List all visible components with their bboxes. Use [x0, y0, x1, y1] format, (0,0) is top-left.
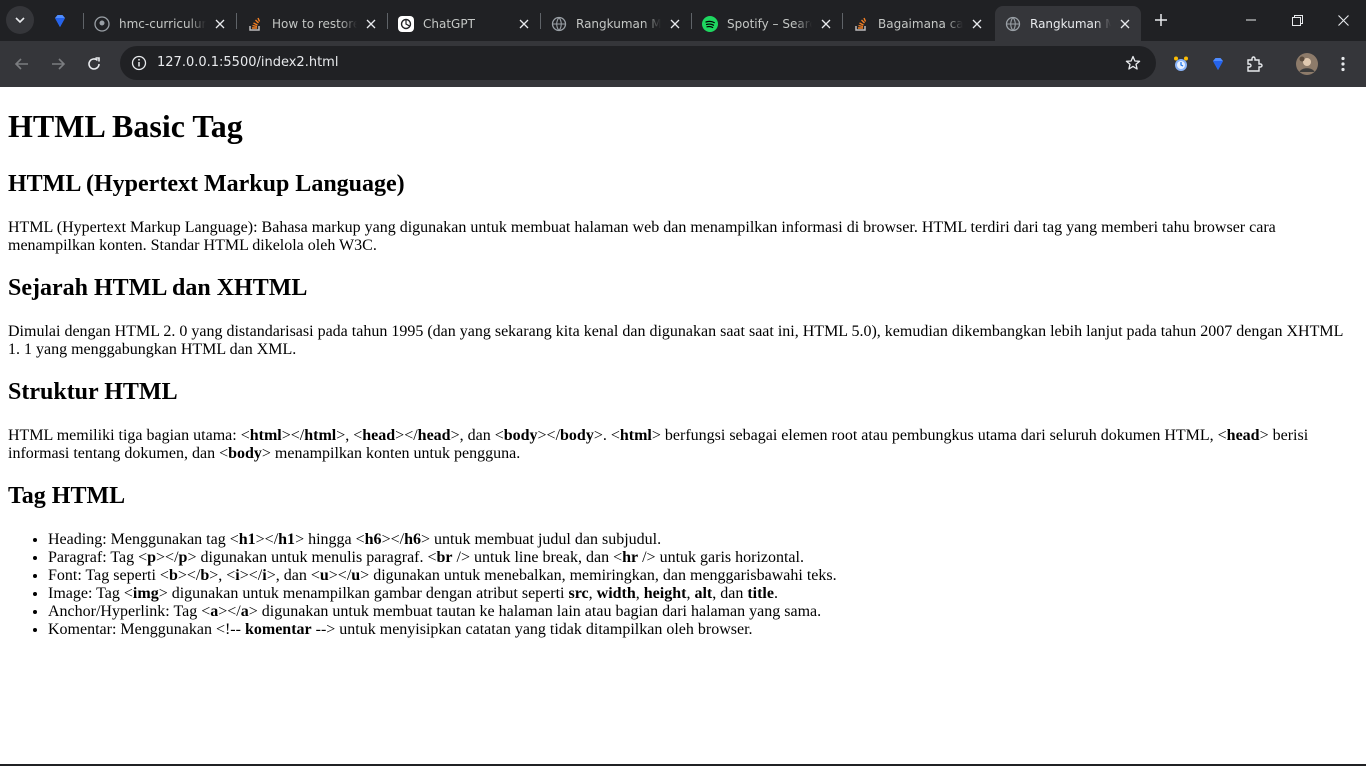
site-info-icon[interactable]: [130, 54, 148, 72]
close-icon: [1337, 14, 1349, 26]
chatgpt-icon: [398, 15, 414, 32]
close-icon[interactable]: [1117, 16, 1133, 32]
tab-title: Rangkuman Ma: [1030, 16, 1111, 31]
section-heading-tag: Tag HTML: [8, 483, 126, 509]
plus-icon: [1155, 14, 1167, 26]
stackoverflow-icon: [853, 16, 869, 32]
new-tab-button[interactable]: [1150, 9, 1172, 31]
close-icon[interactable]: [969, 16, 985, 32]
section-heading-struktur: Struktur HTML: [8, 379, 178, 405]
reload-icon: [88, 57, 100, 70]
section-paragraph-sejarah: Dimulai dengan HTML 2. 0 yang distandari…: [8, 323, 1343, 358]
close-window-button[interactable]: [1320, 0, 1366, 40]
extension-alarm-icon[interactable]: [1170, 53, 1192, 75]
section-paragraph-html: HTML (Hypertext Markup Language): Bahasa…: [8, 219, 1276, 254]
pinned-tab[interactable]: [46, 8, 74, 34]
chevron-down-icon: [15, 17, 25, 24]
tab-spotify[interactable]: Spotify – Search: [692, 6, 842, 41]
tab-rangkuman-active[interactable]: Rangkuman Ma: [995, 6, 1141, 41]
list-item-heading: Heading: Menggunakan tag <h1></h1> hingg…: [48, 531, 1358, 549]
tab-chatgpt[interactable]: ChatGPT: [388, 6, 540, 41]
stackoverflow-icon: [247, 16, 263, 32]
minimize-button[interactable]: [1228, 0, 1274, 40]
back-button[interactable]: [8, 50, 36, 78]
url-text[interactable]: 127.0.0.1:5500/index2.html: [157, 55, 338, 70]
tab-title: Rangkuman Ma: [576, 16, 661, 31]
close-icon[interactable]: [363, 16, 379, 32]
tab-bagaimana-cara[interactable]: Bagaimana cara: [843, 6, 993, 41]
address-bar[interactable]: 127.0.0.1:5500/index2.html: [120, 46, 1156, 80]
tab-title: ChatGPT: [423, 16, 475, 31]
arrow-left-icon: [14, 58, 28, 70]
tab-title: hmc-curriculum: [119, 16, 206, 31]
reload-button[interactable]: [80, 50, 108, 78]
list-item-komentar: Komentar: Menggunakan <!-- komentar --> …: [48, 621, 1358, 639]
tag-list: Heading: Menggunakan tag <h1></h1> hingg…: [8, 531, 1358, 639]
close-icon[interactable]: [516, 16, 532, 32]
list-item-image: Image: Tag <img> digunakan untuk menampi…: [48, 585, 1358, 603]
extensions-puzzle-icon[interactable]: [1243, 53, 1265, 75]
browser-toolbar: 127.0.0.1:5500/index2.html: [0, 41, 1366, 114]
kebab-menu-icon: [1341, 56, 1345, 72]
restore-icon: [1291, 14, 1303, 26]
restore-button[interactable]: [1274, 0, 1320, 40]
arrow-right-icon: [52, 58, 66, 70]
extension-diamond-icon[interactable]: [1207, 53, 1229, 75]
minimize-icon: [1246, 19, 1256, 21]
bookmark-star-icon[interactable]: [1124, 54, 1142, 72]
tab-title: Bagaimana cara: [878, 16, 963, 31]
diamond-icon: [55, 15, 65, 27]
tab-title: How to restore: [272, 16, 357, 31]
browser-menu-button[interactable]: [1332, 53, 1354, 75]
forward-button[interactable]: [44, 50, 72, 78]
tab-search-button[interactable]: [6, 6, 34, 34]
section-heading-sejarah: Sejarah HTML dan XHTML: [8, 275, 308, 301]
close-icon[interactable]: [667, 16, 683, 32]
globe-icon: [1005, 16, 1021, 32]
section-heading-html: HTML (Hypertext Markup Language): [8, 171, 405, 197]
github-icon: [94, 15, 110, 32]
tab-rangkuman-1[interactable]: Rangkuman Ma: [541, 6, 691, 41]
close-icon[interactable]: [212, 16, 228, 32]
close-icon[interactable]: [818, 16, 834, 32]
tab-hmc-curriculum[interactable]: hmc-curriculum: [84, 6, 236, 41]
profile-avatar[interactable]: [1296, 53, 1318, 75]
list-item-anchor: Anchor/Hyperlink: Tag <a></a> digunakan …: [48, 603, 1358, 621]
tab-title: Spotify – Search: [727, 16, 812, 31]
taskbar-edge: [0, 764, 1366, 766]
page-title: HTML Basic Tag: [8, 108, 243, 144]
list-item-paragraf: Paragraf: Tag <p></p> digunakan untuk me…: [48, 549, 1358, 567]
spotify-icon: [702, 15, 718, 32]
section-paragraph-struktur: HTML memiliki tiga bagian utama: <html><…: [8, 427, 1309, 462]
web-page-content: HTML Basic Tag HTML (Hypertext Markup La…: [0, 87, 1366, 766]
list-item-font: Font: Tag seperti <b></b>, <i></i>, dan …: [48, 567, 1358, 585]
globe-icon: [551, 16, 567, 32]
tab-strip: hmc-curriculum How to restore ChatGPT Ra…: [0, 0, 1366, 41]
tab-how-to-restore[interactable]: How to restore: [237, 6, 387, 41]
